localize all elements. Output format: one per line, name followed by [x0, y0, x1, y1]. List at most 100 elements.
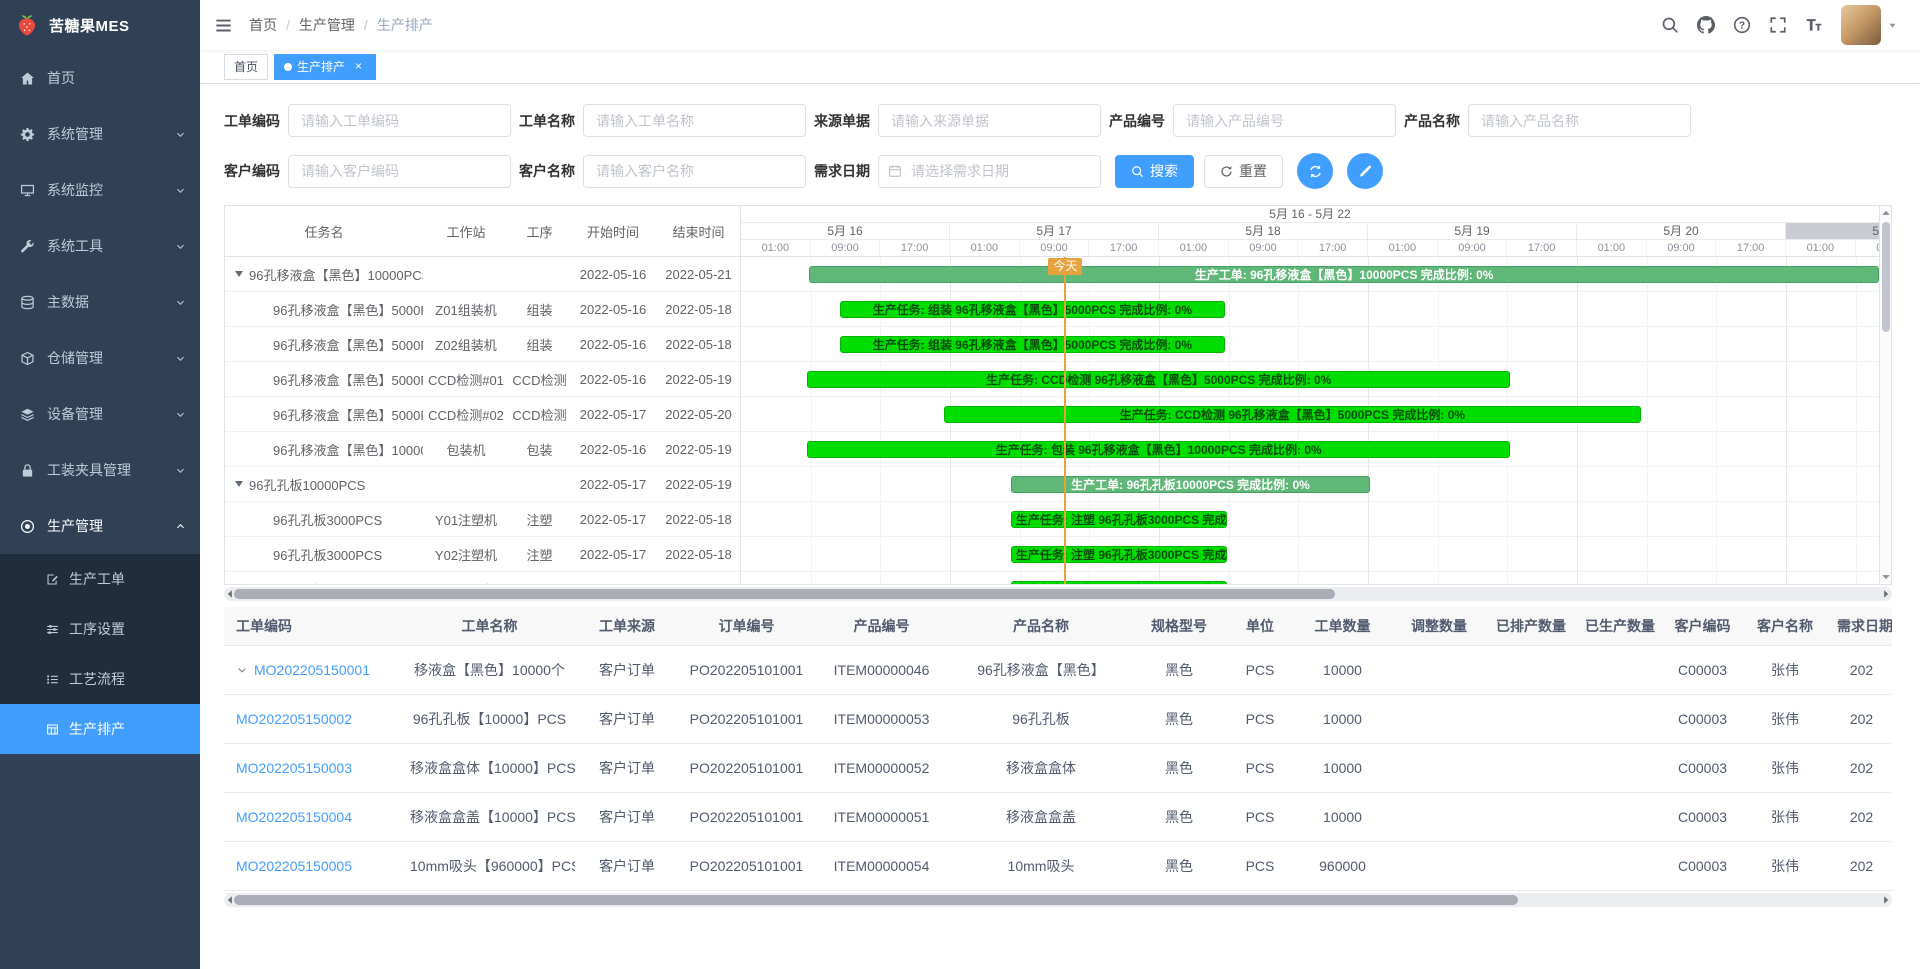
customer-code-input[interactable]: [288, 155, 511, 188]
gantt-hscrollbar-thumb[interactable]: [234, 589, 1335, 599]
gantt-task-bar[interactable]: 生产任务: 包装 96孔移液盒【黑色】10000PCS 完成比例: 0%: [807, 441, 1510, 458]
textsize-icon[interactable]: [1805, 16, 1823, 34]
product-name-input[interactable]: [1468, 104, 1691, 137]
gantt-task-bar[interactable]: 生产任务: CCD检测 96孔移液盒【黑色】5000PCS 完成比例: 0%: [944, 406, 1642, 423]
sidebar-item-production-mgmt[interactable]: 生产管理: [0, 498, 200, 554]
gantt-task-row[interactable]: 96孔孔板10000PCS2022-05-172022-05-19: [225, 467, 740, 502]
breadcrumb-item[interactable]: 生产排产: [377, 15, 433, 35]
sidebar-item-process-setting[interactable]: 工序设置: [0, 604, 200, 654]
sidebar-item-home[interactable]: 首页: [0, 50, 200, 106]
order-code-link[interactable]: MO202205150001: [254, 662, 370, 678]
scroll-down-icon[interactable]: [1880, 571, 1892, 583]
github-icon[interactable]: [1697, 16, 1715, 34]
gantt-task-bar[interactable]: 生产任务: 注塑 96孔孔板3000PCS 完成比例: 0%: [1011, 581, 1227, 584]
breadcrumb-item[interactable]: 生产管理: [299, 15, 355, 35]
customer-code: C00003: [1666, 645, 1739, 694]
chevron-down-icon: [175, 465, 186, 476]
question-icon[interactable]: ?: [1733, 16, 1751, 34]
gantt-task-row[interactable]: 96孔移液盒【黑色】10000PCS包装机包装2022-05-162022-05…: [225, 432, 740, 467]
gantt-start-date: 2022-05-17: [570, 407, 656, 422]
orders-row[interactable]: MO20220515000296孔孔板【10000】PCS客户订单PO20220…: [224, 694, 1892, 743]
collapse-caret-icon[interactable]: [235, 481, 243, 487]
demand-date: 202: [1831, 694, 1892, 743]
gantt-task-name: 96孔移液盒【黑色】5000PCS: [225, 370, 423, 389]
gantt-task-row[interactable]: 96孔移液盒【黑色】5000PCSCCD检测#01CCD检测2022-05-16…: [225, 362, 740, 397]
orders-row[interactable]: MO20220515000510mm吸头【960000】PCS客户订单PO202…: [224, 841, 1892, 890]
gantt-task-bar[interactable]: 生产任务: 注塑 96孔孔板3000PCS 完成比例: 0%: [1011, 511, 1227, 528]
search-button[interactable]: 搜索: [1115, 155, 1194, 188]
sidebar-item-fixture-mgmt[interactable]: 工装夹具管理: [0, 442, 200, 498]
filter-field-demand-date: 需求日期: [814, 155, 1101, 188]
sidebar-item-process-flow[interactable]: 工艺流程: [0, 654, 200, 704]
fullscreen-icon[interactable]: [1769, 16, 1787, 34]
filter-label: 工单名称: [519, 111, 575, 131]
customer-name-input[interactable]: [583, 155, 806, 188]
adjust-qty: [1390, 743, 1488, 792]
logo[interactable]: 苦糖果MES: [0, 0, 200, 50]
gantt-task-row[interactable]: 96孔移液盒【黑色】5000PCSZ01组装机组装2022-05-162022-…: [225, 292, 740, 327]
edit-button[interactable]: [1347, 153, 1383, 189]
gantt-task-row[interactable]: 96孔孔板3000PCSY03注塑机注塑2022-05-172022-05-18: [225, 572, 740, 584]
tab-生产排产[interactable]: 生产排产×: [274, 54, 376, 80]
scroll-up-icon[interactable]: [1880, 207, 1892, 219]
order-code-link[interactable]: MO202205150005: [236, 858, 352, 874]
sidebar-item-system-mgmt[interactable]: 系统管理: [0, 106, 200, 162]
reset-button[interactable]: 重置: [1204, 155, 1283, 188]
gantt-task-row[interactable]: 96孔移液盒【黑色】5000PCSZ02组装机组装2022-05-162022-…: [225, 327, 740, 362]
timeline-hour: 01:00: [1368, 240, 1438, 256]
source-doc-input[interactable]: [878, 104, 1101, 137]
flow-icon: [46, 673, 59, 686]
sidebar-item-production-scheduling[interactable]: 生产排产: [0, 704, 200, 754]
expand-caret-icon[interactable]: [236, 664, 248, 676]
orders-hscrollbar-thumb[interactable]: [234, 895, 1518, 905]
refresh-icon: [1220, 165, 1233, 178]
tab-close-icon[interactable]: ×: [351, 59, 366, 74]
orders-column-header: 调整数量: [1390, 607, 1488, 645]
orders-row[interactable]: MO202205150003移液盒盒体【10000】PCS客户订单PO20220…: [224, 743, 1892, 792]
gantt-horizontal-scrollbar[interactable]: [224, 587, 1892, 601]
orders-horizontal-scrollbar[interactable]: [224, 893, 1892, 907]
search-icon[interactable]: [1661, 16, 1679, 34]
sync-button[interactable]: [1297, 153, 1333, 189]
scroll-right-icon[interactable]: [1880, 894, 1892, 906]
orders-column-header: 产品编号: [814, 607, 949, 645]
user-menu[interactable]: [1841, 5, 1898, 45]
tab-首页[interactable]: 首页: [224, 54, 268, 80]
sidebar-item-device-mgmt[interactable]: 设备管理: [0, 386, 200, 442]
orders-row[interactable]: MO202205150004移液盒盒盖【10000】PCS客户订单PO20220…: [224, 792, 1892, 841]
gantt-task-row[interactable]: 96孔孔板3000PCSY01注塑机注塑2022-05-172022-05-18: [225, 502, 740, 537]
chevron-down-icon: [175, 129, 186, 140]
order-code-link[interactable]: MO202205150002: [236, 711, 352, 727]
work-order-code-input[interactable]: [288, 104, 511, 137]
gantt-task-row[interactable]: 96孔移液盒【黑色】5000PCSCCD检测#02CCD检测2022-05-17…: [225, 397, 740, 432]
tab-label: 首页: [234, 58, 258, 75]
sidebar-item-system-tools[interactable]: 系统工具: [0, 218, 200, 274]
gantt-vertical-scrollbar[interactable]: [1879, 206, 1891, 584]
gantt-task-bar[interactable]: 生产任务: 组装 96孔移液盒【黑色】5000PCS 完成比例: 0%: [840, 336, 1225, 353]
product-code-input[interactable]: [1173, 104, 1396, 137]
navbar-icons: ?: [1661, 16, 1823, 34]
gantt-task-row[interactable]: 96孔移液盒【黑色】10000PCS2022-05-162022-05-21: [225, 257, 740, 292]
sidebar-item-warehouse-mgmt[interactable]: 仓储管理: [0, 330, 200, 386]
demand-date-input[interactable]: [878, 155, 1101, 188]
order-code-link[interactable]: MO202205150004: [236, 809, 352, 825]
scroll-right-icon[interactable]: [1880, 588, 1892, 600]
chevron-down-icon: [175, 185, 186, 196]
gantt-task-bar[interactable]: 生产任务: 组装 96孔移液盒【黑色】5000PCS 完成比例: 0%: [840, 301, 1225, 318]
sidebar-item-production-workorder[interactable]: 生产工单: [0, 554, 200, 604]
avatar[interactable]: [1841, 5, 1881, 45]
sidebar-item-system-monitor[interactable]: 系统监控: [0, 162, 200, 218]
order-code-link[interactable]: MO202205150003: [236, 760, 352, 776]
gantt-order-bar[interactable]: 生产工单: 96孔移液盒【黑色】10000PCS 完成比例: 0%: [809, 266, 1879, 283]
sidebar-item-master-data[interactable]: 主数据: [0, 274, 200, 330]
breadcrumb-item[interactable]: 首页: [249, 15, 277, 35]
vertical-scrollbar-thumb[interactable]: [1882, 222, 1890, 332]
collapse-caret-icon[interactable]: [235, 271, 243, 277]
hamburger-icon[interactable]: [214, 16, 233, 35]
order-qty: 10000: [1295, 743, 1390, 792]
work-order-name-input[interactable]: [583, 104, 806, 137]
gantt-task-row[interactable]: 96孔孔板3000PCSY02注塑机注塑2022-05-172022-05-18: [225, 537, 740, 572]
gantt-task-bar[interactable]: 生产任务: 注塑 96孔孔板3000PCS 完成比例: 0%: [1011, 546, 1227, 563]
gantt-task-bar[interactable]: 生产任务: CCD检测 96孔移液盒【黑色】5000PCS 完成比例: 0%: [807, 371, 1510, 388]
orders-row[interactable]: MO202205150001移液盒【黑色】10000个客户订单PO2022051…: [224, 645, 1892, 694]
